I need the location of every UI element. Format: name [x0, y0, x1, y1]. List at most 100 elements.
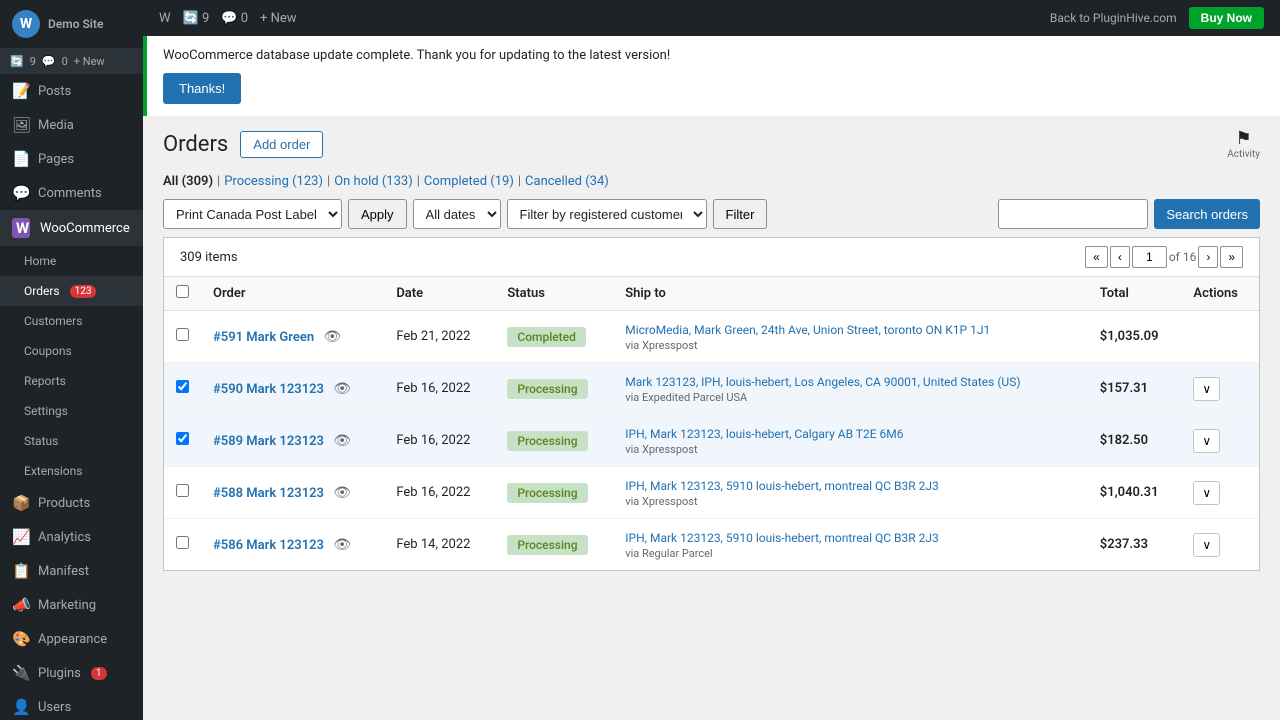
filter-button[interactable]: Filter — [713, 199, 768, 229]
sidebar-item-orders[interactable]: Orders 123 — [0, 276, 143, 306]
status-filter-links: All (309) | Processing (123) | On hold (… — [163, 174, 1260, 189]
comments-link[interactable]: 💬 0 — [221, 11, 248, 26]
updates-link[interactable]: 🔄 9 — [183, 11, 210, 26]
status-badge: Processing — [507, 483, 587, 503]
status-link-all[interactable]: All (309) — [163, 174, 213, 189]
action-dropdown-button[interactable]: ∨ — [1193, 377, 1220, 401]
activity-label: Activity — [1227, 149, 1260, 160]
status-link-processing[interactable]: Processing (123) — [224, 174, 323, 189]
status-link-on-hold[interactable]: On hold (133) — [334, 174, 413, 189]
sidebar-item-analytics[interactable]: 📈 Analytics — [0, 520, 143, 554]
header-shipto-col: Ship to — [613, 277, 1088, 311]
order-link[interactable]: #591 Mark Green — [213, 330, 314, 345]
orders-badge: 123 — [70, 285, 97, 298]
back-to-pluginhive-link[interactable]: Back to PluginHive.com — [1050, 11, 1177, 25]
items-count: 309 items — [180, 250, 238, 265]
row-total-cell: $1,040.31 — [1088, 467, 1182, 519]
row-checkbox-cell — [164, 467, 201, 519]
updates-icon[interactable]: 🔄 — [10, 55, 24, 68]
select-all-checkbox[interactable] — [176, 285, 189, 298]
sidebar-item-customers[interactable]: Customers — [0, 306, 143, 336]
row-checkbox[interactable] — [176, 380, 189, 393]
search-orders-button[interactable]: Search orders — [1154, 199, 1260, 229]
row-order-cell: #590 Mark 123123 👁 — [201, 363, 384, 415]
plugins-badge: 1 — [91, 667, 107, 680]
ship-to-address: IPH, Mark 123123, louis-hebert, Calgary … — [625, 425, 1076, 443]
preview-icon[interactable]: 👁 — [333, 433, 351, 449]
first-page-button[interactable]: « — [1085, 246, 1108, 268]
buy-now-button[interactable]: Buy Now — [1189, 7, 1264, 29]
customer-filter-select[interactable]: Filter by registered customer — [507, 199, 707, 229]
sidebar-item-manifest[interactable]: 📋 Manifest — [0, 554, 143, 588]
next-page-button[interactable]: › — [1198, 246, 1218, 268]
header-order-col: Order — [201, 277, 384, 311]
row-checkbox[interactable] — [176, 484, 189, 497]
preview-icon[interactable]: 👁 — [333, 381, 351, 397]
thanks-button[interactable]: Thanks! — [163, 73, 241, 104]
sidebar-item-label: Products — [38, 496, 90, 511]
preview-icon[interactable]: 👁 — [323, 329, 341, 345]
comments-icon[interactable]: 💬 — [42, 55, 56, 68]
order-link[interactable]: #590 Mark 123123 — [213, 382, 324, 397]
row-shipto-cell: MicroMedia, Mark Green, 24th Ave, Union … — [613, 311, 1088, 363]
status-link-completed[interactable]: Completed (19) — [424, 174, 514, 189]
prev-page-button[interactable]: ‹ — [1110, 246, 1130, 268]
sidebar-item-users[interactable]: 👤 Users — [0, 690, 143, 720]
row-checkbox[interactable] — [176, 432, 189, 445]
page-number-input[interactable] — [1132, 246, 1167, 268]
new-link[interactable]: + New — [260, 11, 297, 26]
date-filter-select[interactable]: All dates — [413, 199, 501, 229]
apply-button[interactable]: Apply — [348, 199, 407, 229]
updates-count: 9 — [30, 55, 36, 68]
action-dropdown-button[interactable]: ∨ — [1193, 429, 1220, 453]
order-link[interactable]: #586 Mark 123123 — [213, 538, 324, 553]
sidebar-item-plugins[interactable]: 🔌 Plugins 1 — [0, 656, 143, 690]
row-status-cell: Processing — [495, 363, 613, 415]
sidebar-item-appearance[interactable]: 🎨 Appearance — [0, 622, 143, 656]
search-input[interactable] — [998, 199, 1148, 229]
last-page-button[interactable]: » — [1220, 246, 1243, 268]
sidebar-item-home[interactable]: Home — [0, 246, 143, 276]
bulk-action-select[interactable]: Print Canada Post Label — [163, 199, 342, 229]
sidebar-item-posts[interactable]: 📝 Posts — [0, 74, 143, 108]
action-dropdown-button[interactable]: ∨ — [1193, 533, 1220, 557]
sidebar-item-woocommerce[interactable]: W WooCommerce — [0, 210, 143, 246]
sidebar-item-marketing[interactable]: 📣 Marketing — [0, 588, 143, 622]
preview-icon[interactable]: 👁 — [333, 485, 351, 501]
admin-bar-mini: 🔄 9 💬 0 + New — [0, 49, 143, 74]
sidebar-item-media[interactable]: 🖼 Media — [0, 108, 143, 142]
products-icon: 📦 — [12, 494, 30, 512]
order-link[interactable]: #589 Mark 123123 — [213, 434, 324, 449]
row-total-cell: $157.31 — [1088, 363, 1182, 415]
sidebar-item-comments[interactable]: 💬 Comments — [0, 176, 143, 210]
sidebar-item-status[interactable]: Status — [0, 426, 143, 456]
sidebar-item-extensions[interactable]: Extensions — [0, 456, 143, 486]
ship-via: via Xpresspost — [625, 339, 1076, 352]
sidebar-item-products[interactable]: 📦 Products — [0, 486, 143, 520]
row-order-cell: #586 Mark 123123 👁 — [201, 519, 384, 571]
sidebar-item-label: Media — [38, 118, 74, 133]
row-checkbox[interactable] — [176, 328, 189, 341]
sidebar-item-settings-woo[interactable]: Settings — [0, 396, 143, 426]
row-shipto-cell: IPH, Mark 123123, louis-hebert, Calgary … — [613, 415, 1088, 467]
new-item-link[interactable]: + New — [74, 55, 105, 68]
order-link[interactable]: #588 Mark 123123 — [213, 486, 324, 501]
add-order-button[interactable]: Add order — [240, 131, 323, 158]
row-date-cell: Feb 16, 2022 — [384, 363, 495, 415]
row-checkbox[interactable] — [176, 536, 189, 549]
row-date-cell: Feb 16, 2022 — [384, 467, 495, 519]
extensions-label: Extensions — [24, 464, 82, 478]
sidebar-item-coupons[interactable]: Coupons — [0, 336, 143, 366]
orders-table-body: #591 Mark Green 👁 Feb 21, 2022 Completed… — [164, 311, 1259, 571]
sidebar-item-label: Appearance — [38, 632, 107, 647]
flag-icon[interactable]: ⚑ — [1236, 128, 1252, 149]
preview-icon[interactable]: 👁 — [333, 537, 351, 553]
table-row: #589 Mark 123123 👁 Feb 16, 2022 Processi… — [164, 415, 1259, 467]
comments-count: 0 — [62, 55, 68, 68]
status-link-cancelled[interactable]: Cancelled (34) — [525, 174, 609, 189]
reports-label: Reports — [24, 374, 66, 388]
action-dropdown-button[interactable]: ∨ — [1193, 481, 1220, 505]
row-checkbox-cell — [164, 519, 201, 571]
sidebar-item-reports[interactable]: Reports — [0, 366, 143, 396]
sidebar-item-pages[interactable]: 📄 Pages — [0, 142, 143, 176]
